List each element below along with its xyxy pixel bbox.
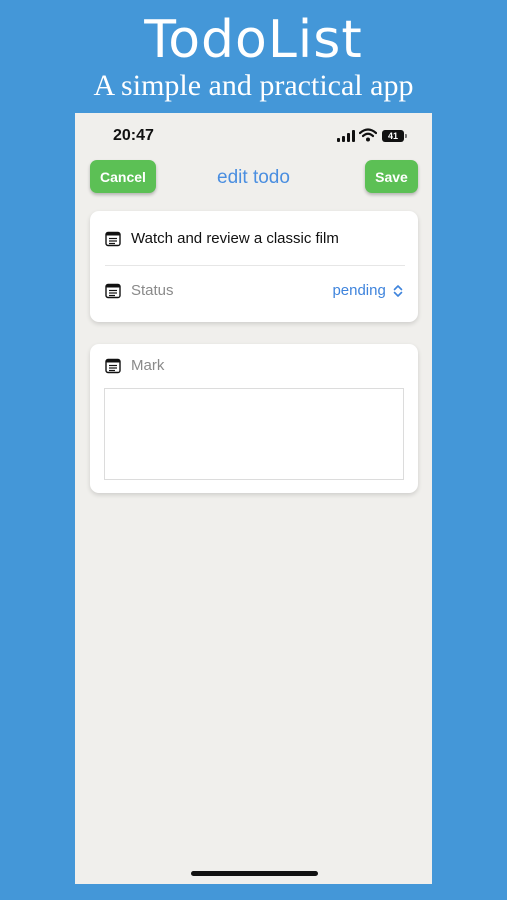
promo-title: TodoList	[144, 10, 363, 70]
divider	[105, 265, 405, 266]
wifi-icon	[359, 128, 377, 142]
mark-row: Mark	[105, 352, 403, 382]
mark-card: Mark	[90, 344, 418, 493]
todo-details-card: Watch and review a classic film Status p…	[90, 211, 418, 322]
todo-title-field[interactable]: Watch and review a classic film	[131, 230, 339, 247]
status-value: pending	[332, 282, 386, 299]
mark-label: Mark	[131, 357, 165, 374]
phone-screen: 20:47 41 Cancel edit todo Save Watch and…	[75, 113, 432, 884]
home-indicator	[191, 871, 318, 876]
battery-icon: 41	[382, 130, 404, 142]
mark-textarea[interactable]	[104, 388, 404, 480]
status-bar: 20:47 41	[75, 113, 432, 157]
status-time: 20:47	[113, 127, 154, 144]
battery-cap	[405, 134, 407, 138]
status-picker[interactable]: pending	[332, 282, 403, 299]
cellular-signal-icon	[337, 130, 355, 142]
status-row: Status pending	[105, 277, 403, 307]
note-icon	[105, 358, 121, 374]
promo-subtitle: A simple and practical app	[93, 69, 414, 102]
note-icon	[105, 231, 121, 247]
save-button[interactable]: Save	[365, 160, 418, 193]
note-icon	[105, 283, 121, 299]
chevron-up-down-icon	[393, 285, 403, 297]
todo-title-row[interactable]: Watch and review a classic film	[105, 225, 403, 255]
navigation-bar: Cancel edit todo Save	[75, 157, 432, 201]
status-label: Status	[131, 282, 174, 299]
